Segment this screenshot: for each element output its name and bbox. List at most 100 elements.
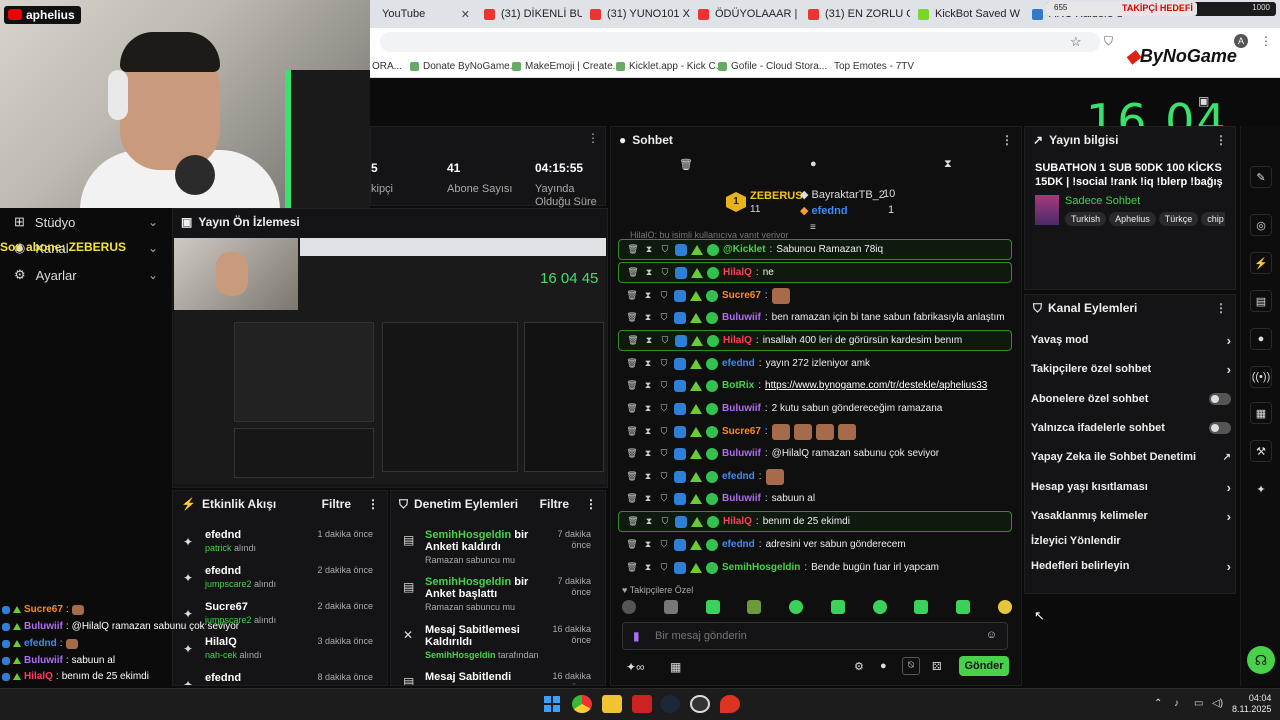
steam-icon[interactable] [660,695,680,713]
microphone-icon[interactable]: ▮ [633,629,640,643]
action-slow-mode[interactable]: Yavaş mod › [1031,330,1231,350]
trash-icon[interactable]: 🗑 [626,539,638,550]
emote[interactable] [956,600,971,614]
trash-icon[interactable]: 🗑 [626,426,638,437]
trash-icon[interactable]: 🗑 [626,493,638,504]
action-followers-only[interactable]: Takipçilere özel sohbet › [1031,359,1231,379]
chat-username[interactable]: HilalQ [723,267,752,278]
moderation-filter-button[interactable]: Filtre [540,497,569,511]
hourglass-icon[interactable]: ⧗ [642,539,654,550]
trash-icon[interactable]: 🗑 [627,267,639,278]
browser-tab[interactable]: (31) DİKENLİ BU Y✕ [478,4,582,24]
shield-icon[interactable]: ⛉ [659,267,671,278]
hourglass-icon[interactable]: ⧗ [642,426,654,437]
apps-icon[interactable]: ✦ [1250,478,1272,500]
hourglass-icon[interactable]: ⧗ [643,244,655,255]
wrench-icon[interactable]: ⚒ [1250,440,1272,462]
shield-icon[interactable]: ⛉ [658,358,670,369]
chat-bubble-icon[interactable]: ● [810,158,817,170]
sidebar-item-studio[interactable]: ⊞ Stüdyo ⌄ [0,209,170,235]
emote[interactable] [997,600,1012,614]
network-icon[interactable]: ▭ [1194,698,1203,709]
trash-icon[interactable]: 🗑 [626,562,638,573]
emote[interactable] [622,600,636,614]
shield-icon[interactable]: ⛉ [658,471,670,482]
action-raid[interactable]: İzleyici Yönlendir [1031,531,1231,551]
hourglass-icon[interactable]: ⧗ [642,403,654,414]
chat-message[interactable]: 🗑 ⧗ ⛉ Sucre67: [618,285,1012,306]
support-icon[interactable]: ☊ [1247,646,1275,674]
chevron-up-icon[interactable]: ⌃ [1154,698,1162,709]
app-icon[interactable] [632,695,652,713]
address-field[interactable] [380,32,1100,52]
chat-username[interactable]: Buluwiif [722,448,761,459]
more-icon[interactable]: ⋮ [367,497,379,511]
action-ai-moderation[interactable]: Yapay Zeka ile Sohbet Denetimi ↗ [1031,447,1231,467]
emote[interactable] [705,600,720,614]
trash-icon[interactable]: 🗑 [626,471,638,482]
more-icon[interactable]: ⋮ [587,131,599,145]
chat-message[interactable]: 🗑 ⧗ ⛉ @Kicklet: Sabuncu Ramazan 78iq [618,239,1012,260]
browser-tab[interactable]: YouTube ✕ [376,4,476,24]
browser-tab[interactable]: KickBot Saved W✕ [912,4,1024,24]
tag[interactable]: chip [1201,212,1225,226]
stream-category[interactable]: Sadece Sohbet [1065,195,1140,207]
hourglass-icon[interactable]: ⧗ [642,290,654,301]
chat-username[interactable]: Sucre67 [722,426,761,437]
chat-username[interactable]: @Kicklet [723,244,766,255]
close-icon[interactable]: ✕ [461,8,470,21]
chat-username[interactable]: Sucre67 [722,290,761,301]
chat-message[interactable]: 🗑 ⧗ ⛉ efednd: yayın 272 izleniyor amk [618,353,1012,374]
bolt-icon[interactable]: ⚡ [1250,252,1272,274]
trash-icon[interactable]: 🗑 [627,335,639,346]
store-icon[interactable]: ▦ [670,660,681,674]
bookmark[interactable]: ORA... [372,61,402,72]
chat-username[interactable]: efednd [722,358,755,369]
chat-username[interactable]: efednd [722,539,755,550]
emote[interactable] [789,600,804,614]
emote[interactable] [830,600,845,614]
shield-icon[interactable]: ⛉ [658,403,670,414]
chat-message-input[interactable] [655,627,975,645]
hourglass-icon[interactable]: ⧗ [642,562,654,573]
emotes-only-toggle[interactable] [1209,422,1231,434]
hourglass-icon[interactable]: ⧗ [642,471,654,482]
shield-icon[interactable]: ⛉ [658,562,670,573]
hourglass-icon[interactable]: ⧗ [643,516,655,527]
more-icon[interactable]: ⋮ [585,497,597,511]
chat-username[interactable]: SemihHosgeldin [722,562,800,573]
volume-icon[interactable]: ◁) [1212,698,1223,709]
mute-bell-icon[interactable]: ⍉ [902,657,920,675]
chat-username[interactable]: Buluwiif [722,493,761,504]
shield-icon[interactable]: ⛉ [658,539,670,550]
trash-icon[interactable]: 🗑 [627,244,639,255]
tag[interactable]: Türkçe [1158,212,1199,226]
action-goals[interactable]: Hedefleri belirleyin › [1031,556,1231,576]
shield-icon[interactable]: ⛉ [658,312,670,323]
tag[interactable]: Aphelius [1109,212,1156,226]
shield-icon[interactable]: ⛉ [1104,34,1113,49]
more-icon[interactable]: ⋮ [1215,301,1227,315]
browser-tab[interactable]: (31) EN ZORLU OY✕ [802,4,910,24]
chat-username[interactable]: Buluwiif [722,312,761,323]
more-icon[interactable]: ⋮ [1001,133,1013,147]
chat-username[interactable]: HilalQ [723,516,752,527]
activity-filter-button[interactable]: Filtre [322,497,351,511]
shield-icon[interactable]: ⛉ [659,335,671,346]
shield-icon[interactable]: ⛉ [659,244,671,255]
valorant-icon[interactable] [720,695,740,713]
trash-icon[interactable]: 🗑 [679,158,693,171]
hourglass-icon[interactable]: ⧗ [643,267,655,278]
send-button[interactable]: Gönder [959,656,1009,676]
shield-icon[interactable]: ⛉ [658,380,670,391]
windows-start-icon[interactable] [544,696,560,712]
stream-preview[interactable]: 16 04 45 [174,238,606,484]
bookmark[interactable]: Gofile - Cloud Stora... [718,61,827,72]
hourglass-icon[interactable]: ⧗ [642,312,654,323]
chrome-icon[interactable] [572,695,592,713]
gear-icon[interactable]: ⚙ [854,660,864,673]
layout-icon[interactable]: ▦ [1250,402,1272,424]
emote[interactable] [872,600,887,614]
folder-icon[interactable] [602,695,622,713]
bookmark[interactable]: MakeEmoji | Create... [512,61,621,72]
